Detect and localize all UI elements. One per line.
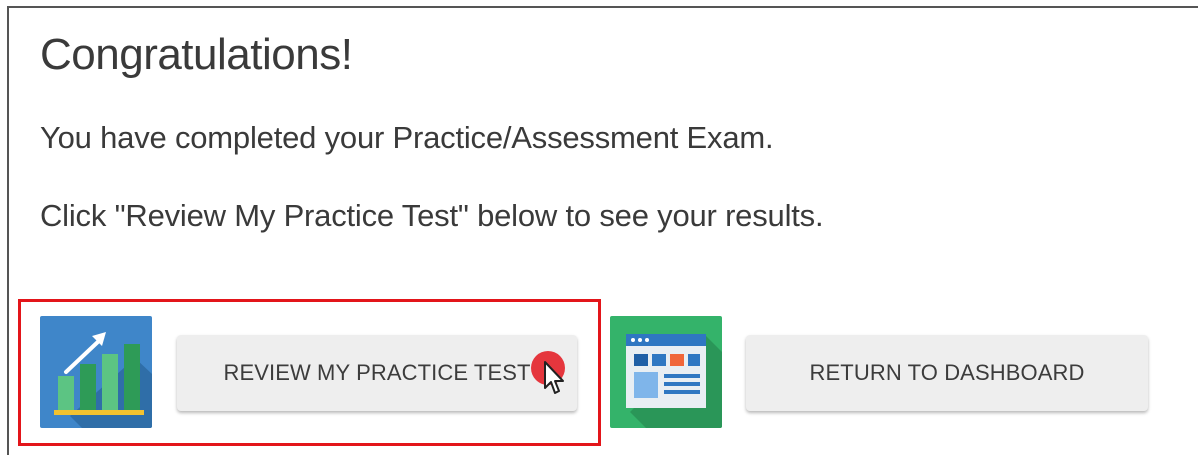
- arrow-cursor-icon: [543, 360, 567, 401]
- completion-message: You have completed your Practice/Assessm…: [40, 120, 774, 155]
- return-to-dashboard-button[interactable]: RETURN TO DASHBOARD: [746, 335, 1148, 411]
- instruction-message: Click "Review My Practice Test" below to…: [40, 198, 824, 233]
- review-practice-test-button[interactable]: REVIEW MY PRACTICE TEST: [177, 335, 577, 411]
- review-button-label: REVIEW MY PRACTICE TEST: [223, 360, 531, 385]
- bar-chart-growth-icon: [40, 316, 152, 428]
- dashboard-window-icon: [610, 316, 722, 428]
- dashboard-button-label: RETURN TO DASHBOARD: [809, 360, 1085, 385]
- page-title: Congratulations!: [40, 30, 353, 79]
